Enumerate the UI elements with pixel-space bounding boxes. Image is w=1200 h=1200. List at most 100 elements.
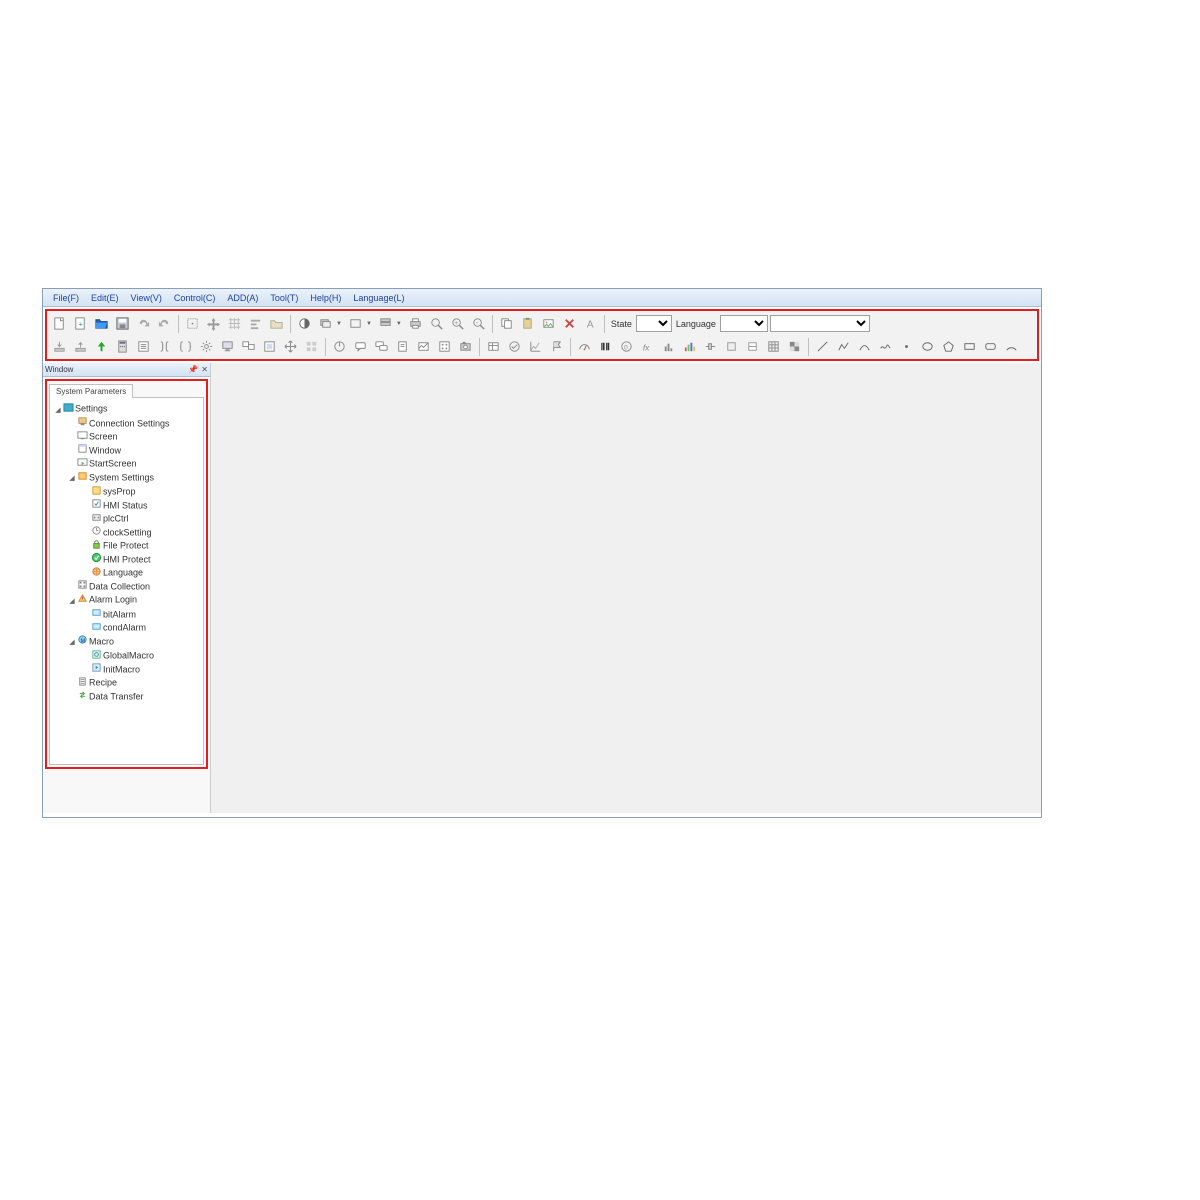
stack-icon[interactable] xyxy=(376,314,395,333)
ellipse-tool-icon[interactable] xyxy=(918,337,937,356)
roundrect-tool-icon[interactable] xyxy=(981,337,1000,356)
menu-edit[interactable]: Edit(E) xyxy=(85,293,125,303)
tree-node-language[interactable]: Language xyxy=(82,566,201,580)
grid2-icon[interactable] xyxy=(302,337,321,356)
tree-node-condalarm[interactable]: condAlarm xyxy=(82,621,201,635)
text-tool-icon[interactable]: A xyxy=(581,314,600,333)
tree-node-window[interactable]: Window xyxy=(68,444,201,458)
dropdown-arrow-icon[interactable]: ▼ xyxy=(366,321,374,327)
language-select[interactable] xyxy=(720,315,768,332)
menu-file[interactable]: File(F) xyxy=(47,293,85,303)
save-icon[interactable] xyxy=(113,314,132,333)
script2-icon[interactable] xyxy=(176,337,195,356)
gear-icon[interactable] xyxy=(197,337,216,356)
select-tool-icon[interactable] xyxy=(183,314,202,333)
chart-line-icon[interactable] xyxy=(526,337,545,356)
tree-node-hmistatus[interactable]: HMI Status xyxy=(82,499,201,513)
redo-icon[interactable] xyxy=(134,314,153,333)
camera-icon[interactable] xyxy=(456,337,475,356)
tree-node-settings[interactable]: ◢Settings Connection Settings Screen Win… xyxy=(54,402,201,703)
download-icon[interactable] xyxy=(50,337,69,356)
tab-system-parameters[interactable]: System Parameters xyxy=(49,384,133,398)
tree-node-hmiprotect[interactable]: HMI Protect xyxy=(82,553,201,567)
tree-node-macro[interactable]: ◢MMacro GlobalMacro InitMacro xyxy=(68,635,201,677)
grid-icon[interactable] xyxy=(225,314,244,333)
tree-node-bitalarm[interactable]: bitAlarm xyxy=(82,608,201,622)
menu-add[interactable]: ADD(A) xyxy=(221,293,264,303)
gauge-icon[interactable] xyxy=(575,337,594,356)
close-icon[interactable]: ✕ xyxy=(201,365,208,374)
tree-node-sysprop[interactable]: sysProp xyxy=(82,485,201,499)
arc-tool-icon[interactable] xyxy=(1002,337,1021,356)
zoom-in-icon[interactable]: + xyxy=(448,314,467,333)
paste-icon[interactable] xyxy=(518,314,537,333)
menu-control[interactable]: Control(C) xyxy=(168,293,222,303)
box1-icon[interactable] xyxy=(722,337,741,356)
new-file-plus-icon[interactable]: + xyxy=(71,314,90,333)
menu-view[interactable]: View(V) xyxy=(125,293,168,303)
curve-tool-icon[interactable] xyxy=(855,337,874,356)
tree-node-system-settings[interactable]: ◢System Settings sysProp HMI Status plcC… xyxy=(68,471,201,580)
move2-icon[interactable] xyxy=(281,337,300,356)
list-icon[interactable] xyxy=(134,337,153,356)
tree-node-datatransfer[interactable]: Data Transfer xyxy=(68,690,201,704)
dropdown-arrow-icon[interactable]: ▼ xyxy=(336,321,344,327)
chat2-icon[interactable] xyxy=(372,337,391,356)
print-icon[interactable] xyxy=(406,314,425,333)
polyline-tool-icon[interactable] xyxy=(834,337,853,356)
delete-icon[interactable] xyxy=(560,314,579,333)
script-icon[interactable] xyxy=(155,337,174,356)
component-icon[interactable] xyxy=(260,337,279,356)
zero-icon[interactable]: 0 xyxy=(617,337,636,356)
freehand-tool-icon[interactable] xyxy=(876,337,895,356)
tree-node-recipe[interactable]: Recipe xyxy=(68,676,201,690)
power-icon[interactable] xyxy=(330,337,349,356)
state-select[interactable] xyxy=(636,315,672,332)
rect-tool-icon[interactable] xyxy=(960,337,979,356)
checker-icon[interactable] xyxy=(785,337,804,356)
zoom-out-icon[interactable]: - xyxy=(469,314,488,333)
rect-icon[interactable] xyxy=(346,314,365,333)
chart-bar-icon[interactable] xyxy=(659,337,678,356)
function-icon[interactable]: fx xyxy=(638,337,657,356)
tree-node-plcctrl[interactable]: plcCtrl xyxy=(82,512,201,526)
slider-icon[interactable] xyxy=(701,337,720,356)
tree-node-clocksetting[interactable]: clockSetting xyxy=(82,526,201,540)
upload-icon[interactable] xyxy=(71,337,90,356)
dot-tool-icon[interactable] xyxy=(897,337,916,356)
line-tool-icon[interactable] xyxy=(813,337,832,356)
undo-icon[interactable] xyxy=(155,314,174,333)
barcode-icon[interactable] xyxy=(596,337,615,356)
tree-node-screen[interactable]: Screen xyxy=(68,430,201,444)
tree-node-fileprotect[interactable]: File Protect xyxy=(82,539,201,553)
monitor-icon[interactable] xyxy=(218,337,237,356)
dots-icon[interactable] xyxy=(435,337,454,356)
page-icon[interactable] xyxy=(393,337,412,356)
flag-icon[interactable] xyxy=(547,337,566,356)
chat-icon[interactable] xyxy=(351,337,370,356)
pin-icon[interactable]: 📌 xyxy=(188,365,198,374)
tree-node-alarmlogin[interactable]: ◢Alarm Login bitAlarm condAlarm xyxy=(68,593,201,635)
menu-help[interactable]: Help(H) xyxy=(304,293,347,303)
extra-select[interactable] xyxy=(770,315,870,332)
box2-icon[interactable] xyxy=(743,337,762,356)
new-file-icon[interactable] xyxy=(50,314,69,333)
folder-up-icon[interactable] xyxy=(267,314,286,333)
menu-language[interactable]: Language(L) xyxy=(347,293,410,303)
tree-node-startscreen[interactable]: StartScreen xyxy=(68,457,201,471)
picture-icon[interactable] xyxy=(414,337,433,356)
copy-icon[interactable] xyxy=(497,314,516,333)
open-folder-icon[interactable] xyxy=(92,314,111,333)
dropdown-arrow-icon[interactable]: ▼ xyxy=(396,321,404,327)
align-icon[interactable] xyxy=(246,314,265,333)
grid3-icon[interactable] xyxy=(764,337,783,356)
checkmark-icon[interactable] xyxy=(505,337,524,356)
tree-node-globalmacro[interactable]: GlobalMacro xyxy=(82,649,201,663)
image-icon[interactable] xyxy=(539,314,558,333)
arrow-up-icon[interactable] xyxy=(92,337,111,356)
layers-icon[interactable] xyxy=(316,314,335,333)
chart-bars2-icon[interactable] xyxy=(680,337,699,356)
menu-tool[interactable]: Tool(T) xyxy=(264,293,304,303)
tree-node-datacollection[interactable]: Data Collection xyxy=(68,580,201,594)
zoom-icon[interactable] xyxy=(427,314,446,333)
